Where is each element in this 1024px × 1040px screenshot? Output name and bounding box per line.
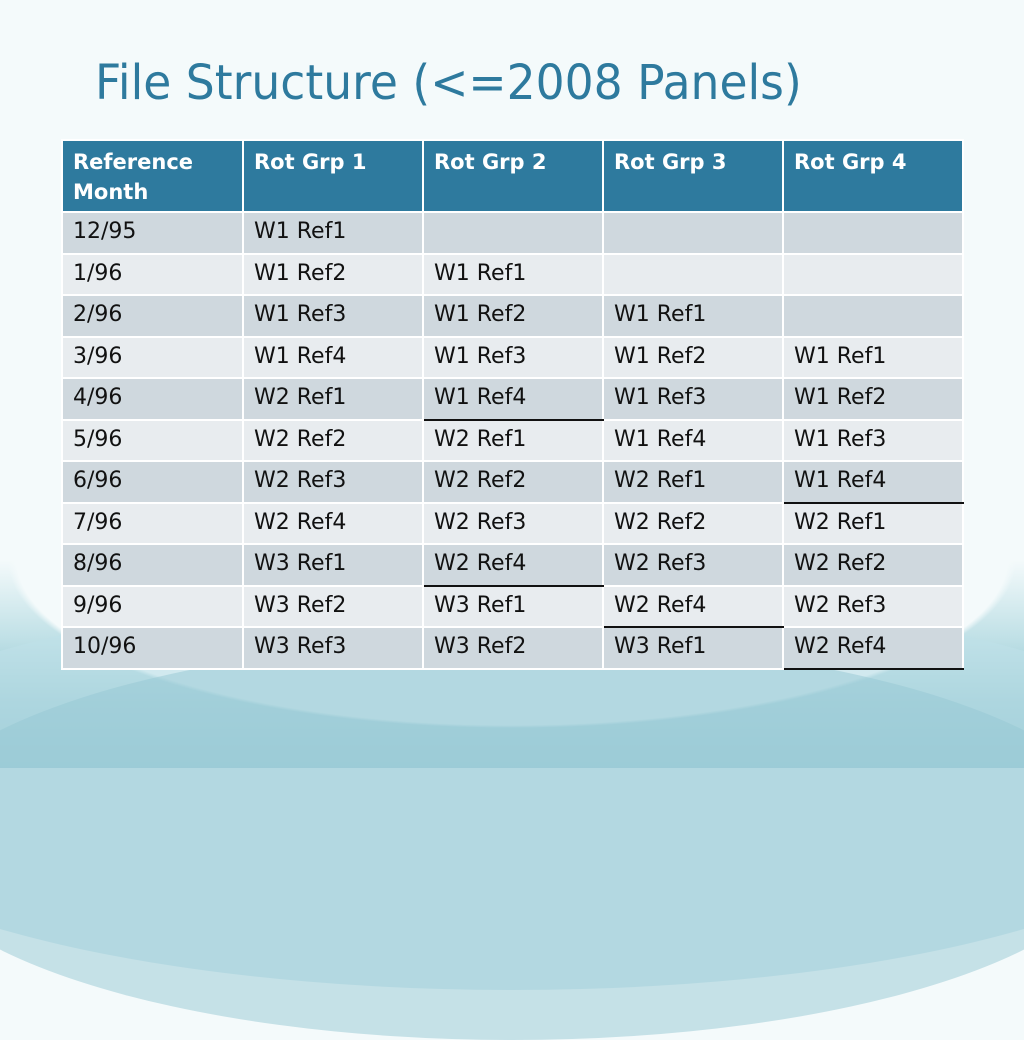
rotation-group-cell [422,211,604,255]
rotation-group-cell: W1 Ref2 [422,294,604,338]
rotation-group-cell: W2 Ref3 [422,501,604,545]
rotation-group-cell: W1 Ref3 [782,418,964,462]
table-row: 10/96 W3 Ref3 W3 Ref2 W3 Ref1 W2 Ref4 [61,626,964,670]
reference-month-cell: 9/96 [61,584,244,628]
column-header-rot-grp-3: Rot Grp 3 [602,139,784,213]
table-row: 7/96 W2 Ref4 W2 Ref3 W2 Ref2 W2 Ref1 [61,501,964,545]
rotation-group-cell: W1 Ref3 [242,294,424,338]
reference-month-cell: 8/96 [61,543,244,587]
rotation-group-cell: W1 Ref4 [422,377,604,421]
reference-month-cell: 6/96 [61,460,244,504]
rotation-group-cell: W2 Ref1 [602,460,784,504]
table-header-row: Reference Month Rot Grp 1 Rot Grp 2 Rot … [61,139,964,213]
rotation-group-cell: W1 Ref1 [782,335,964,379]
reference-month-cell: 2/96 [61,294,244,338]
rotation-group-cell: W3 Ref1 [602,626,784,670]
rotation-group-cell: W2 Ref2 [782,543,964,587]
rotation-group-cell: W2 Ref2 [602,501,784,545]
rotation-group-cell [782,252,964,296]
slide-title: File Structure (<=2008 Panels) [95,55,802,111]
rotation-group-cell: W1 Ref2 [602,335,784,379]
rotation-group-cell: W1 Ref4 [602,418,784,462]
table-row: 3/96 W1 Ref4 W1 Ref3 W1 Ref2 W1 Ref1 [61,335,964,379]
rotation-group-cell: W2 Ref1 [242,377,424,421]
reference-month-cell: 1/96 [61,252,244,296]
rotation-group-cell: W2 Ref1 [782,501,964,545]
rotation-group-cell: W3 Ref3 [242,626,424,670]
reference-month-cell: 7/96 [61,501,244,545]
column-header-reference-month: Reference Month [61,139,244,213]
rotation-group-cell: W3 Ref2 [242,584,424,628]
rotation-group-cell: W2 Ref4 [782,626,964,670]
table-row: 9/96 W3 Ref2 W3 Ref1 W2 Ref4 W2 Ref3 [61,584,964,628]
rotation-group-cell: W3 Ref1 [422,584,604,628]
rotation-group-cell: W1 Ref2 [242,252,424,296]
reference-month-cell: 4/96 [61,377,244,421]
table-row: 4/96 W2 Ref1 W1 Ref4 W1 Ref3 W1 Ref2 [61,377,964,421]
rotation-group-cell: W3 Ref2 [422,626,604,670]
rotation-group-cell: W2 Ref3 [782,584,964,628]
table-row: 5/96 W2 Ref2 W2 Ref1 W1 Ref4 W1 Ref3 [61,418,964,462]
rotation-group-cell: W1 Ref3 [422,335,604,379]
rotation-group-cell: W2 Ref1 [422,418,604,462]
reference-month-cell: 5/96 [61,418,244,462]
rotation-group-cell [602,211,784,255]
rotation-group-cell [782,294,964,338]
rotation-group-cell: W3 Ref1 [242,543,424,587]
rotation-group-cell: W2 Ref2 [242,418,424,462]
file-structure-table: Reference Month Rot Grp 1 Rot Grp 2 Rot … [61,139,964,670]
rotation-group-cell: W1 Ref2 [782,377,964,421]
column-header-rot-grp-2: Rot Grp 2 [422,139,604,213]
rotation-group-cell: W1 Ref4 [242,335,424,379]
rotation-group-cell: W1 Ref1 [422,252,604,296]
rotation-group-cell: W2 Ref2 [422,460,604,504]
reference-month-cell: 3/96 [61,335,244,379]
rotation-group-cell: W1 Ref1 [602,294,784,338]
rotation-group-cell: W2 Ref3 [602,543,784,587]
rotation-group-cell [782,211,964,255]
rotation-group-cell: W1 Ref1 [242,211,424,255]
rotation-group-cell: W2 Ref4 [422,543,604,587]
rotation-group-cell: W2 Ref3 [242,460,424,504]
table-row: 6/96 W2 Ref3 W2 Ref2 W2 Ref1 W1 Ref4 [61,460,964,504]
column-header-rot-grp-1: Rot Grp 1 [242,139,424,213]
rotation-group-cell: W1 Ref4 [782,460,964,504]
rotation-group-cell: W2 Ref4 [602,584,784,628]
background-wave [0,640,1024,1040]
reference-month-cell: 12/95 [61,211,244,255]
column-header-rot-grp-4: Rot Grp 4 [782,139,964,213]
table-row: 2/96 W1 Ref3 W1 Ref2 W1 Ref1 [61,294,964,338]
reference-month-cell: 10/96 [61,626,244,670]
rotation-group-cell: W1 Ref3 [602,377,784,421]
rotation-group-cell [602,252,784,296]
rotation-group-cell: W2 Ref4 [242,501,424,545]
table-row: 8/96 W3 Ref1 W2 Ref4 W2 Ref3 W2 Ref2 [61,543,964,587]
table-row: 12/95 W1 Ref1 [61,211,964,255]
table-row: 1/96 W1 Ref2 W1 Ref1 [61,252,964,296]
